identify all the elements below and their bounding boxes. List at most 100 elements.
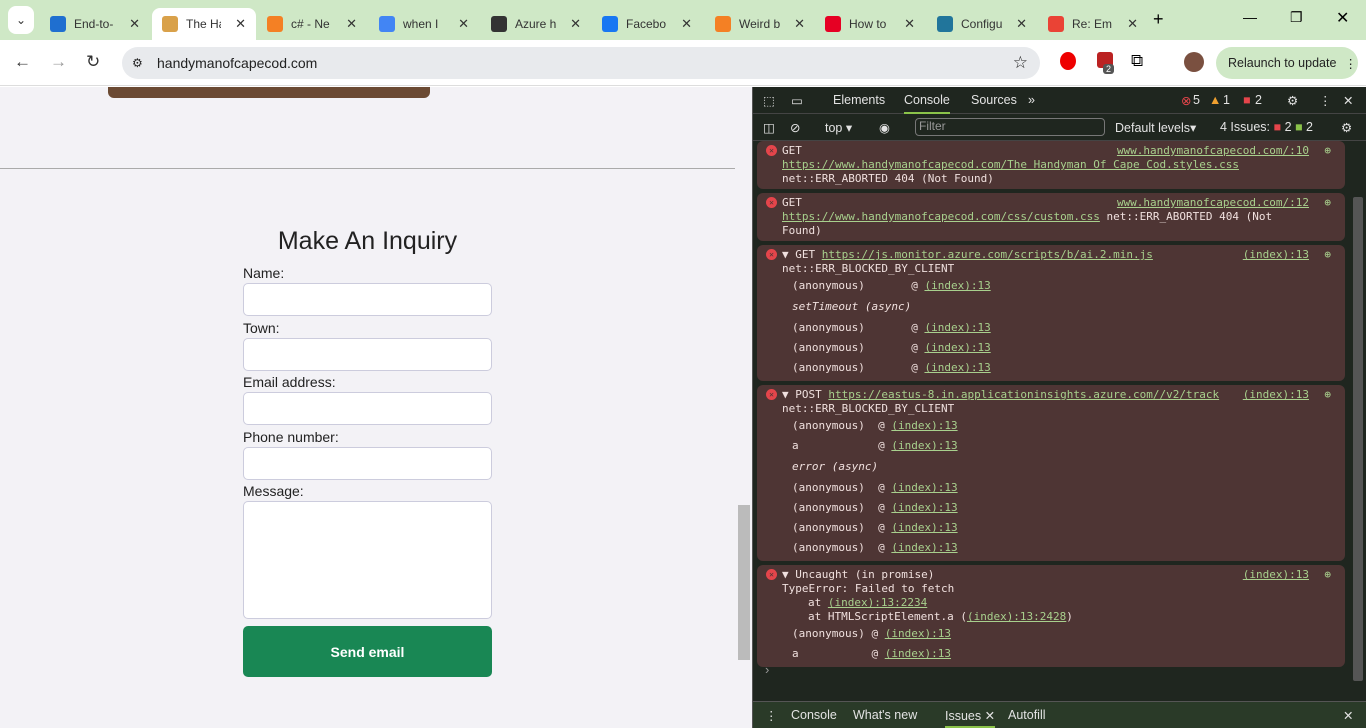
async-frame: setTimeout (async): [792, 300, 912, 313]
browser-tab[interactable]: Azure h ✕: [481, 8, 591, 40]
drawer-menu-icon[interactable]: ⋮: [765, 708, 778, 723]
browser-tab[interactable]: Configu ✕: [927, 8, 1037, 40]
minimize-button[interactable]: —: [1243, 9, 1257, 25]
close-tab-icon[interactable]: ✕: [235, 16, 246, 32]
stack-link[interactable]: (index):13:2234: [828, 596, 927, 609]
browser-tab[interactable]: How to ✕: [815, 8, 925, 40]
page-scrollbar[interactable]: [737, 87, 751, 728]
request-url[interactable]: https://eastus-8.in.applicationinsights.…: [828, 388, 1219, 401]
inspect-element-icon[interactable]: ⬚: [763, 93, 775, 108]
live-expression-eye-icon[interactable]: ◉: [879, 120, 890, 135]
clear-console-icon[interactable]: ⊘: [790, 120, 800, 135]
new-tab-button[interactable]: +: [1153, 9, 1164, 30]
browser-tab[interactable]: Weird b ✕: [705, 8, 815, 40]
tab-console[interactable]: Console: [904, 93, 950, 114]
close-tab-icon[interactable]: ✕: [570, 16, 581, 32]
drawer-tab-console[interactable]: Console: [791, 708, 837, 722]
request-url[interactable]: https://www.handymanofcapecod.com/The Ha…: [782, 158, 1317, 172]
close-devtools-icon[interactable]: ✕: [1343, 93, 1353, 108]
browser-tab[interactable]: The Ha ✕: [152, 8, 256, 40]
browser-tab[interactable]: c# - Ne ✕: [257, 8, 367, 40]
log-levels-select[interactable]: Default levels▾: [1115, 120, 1196, 135]
forward-button[interactable]: →: [50, 52, 67, 72]
error-count[interactable]: 5: [1193, 93, 1200, 107]
close-drawer-icon[interactable]: ✕: [1343, 708, 1353, 723]
extension-badge: 2: [1103, 64, 1115, 74]
close-window-button[interactable]: ✕: [1336, 8, 1349, 28]
adblock-extension-icon[interactable]: [1060, 52, 1076, 70]
source-link[interactable]: (index):13: [1243, 248, 1309, 262]
tab-title: Weird b: [739, 17, 781, 31]
email-input[interactable]: [243, 392, 492, 425]
profile-avatar[interactable]: [1184, 52, 1204, 72]
sidebar-toggle-icon[interactable]: ◫: [763, 120, 775, 135]
expand-toggle[interactable]: ▼ GET: [782, 248, 815, 261]
expand-toggle[interactable]: ▼ Uncaught (in promise): [782, 568, 1317, 582]
relaunch-label: Relaunch to update: [1228, 56, 1337, 70]
close-tab-icon[interactable]: ✕: [346, 16, 357, 32]
drawer-tab-whats-new[interactable]: What's new: [853, 708, 917, 722]
issues-icon[interactable]: ■: [1243, 93, 1251, 107]
stack-frame: (anonymous) @ (index):13: [792, 361, 991, 374]
close-tab-icon[interactable]: ✕: [794, 16, 805, 32]
close-tab-icon[interactable]: ✕: [1016, 16, 1027, 32]
tab-title: Facebo: [626, 17, 667, 31]
tab-elements[interactable]: Elements: [833, 93, 885, 107]
bookmark-star-icon[interactable]: ☆: [1013, 53, 1028, 73]
stack-link[interactable]: (index):13:2428: [967, 610, 1066, 623]
expand-toggle[interactable]: ▼ POST: [782, 388, 822, 401]
close-tab-icon[interactable]: ✕: [129, 16, 140, 32]
town-input[interactable]: [243, 338, 492, 371]
filter-input[interactable]: Filter: [915, 118, 1105, 136]
error-count-icon[interactable]: ⊗: [1181, 93, 1191, 108]
source-link[interactable]: (index):13: [1243, 568, 1309, 582]
drawer-tab-autofill[interactable]: Autofill: [1008, 708, 1046, 722]
relaunch-button[interactable]: Relaunch to update ⋮: [1216, 47, 1358, 79]
source-link[interactable]: (index):13: [1243, 388, 1309, 402]
console-messages: ✕ www.handymanofcapecod.com/:10 ⊕ GET https:…: [753, 141, 1351, 671]
browser-tab[interactable]: Facebo ✕: [592, 8, 702, 40]
browser-tab[interactable]: End-to- ✕: [40, 8, 150, 40]
warning-icon[interactable]: ▲: [1209, 93, 1221, 107]
back-button[interactable]: ←: [14, 52, 31, 72]
issues-count[interactable]: 2: [1255, 93, 1262, 107]
context-value: top: [825, 121, 843, 135]
restore-button[interactable]: ❐: [1290, 9, 1303, 26]
name-label: Name:: [243, 265, 285, 281]
page-scrollbar-thumb[interactable]: [738, 505, 750, 660]
console-settings-icon[interactable]: ⚙: [1341, 120, 1352, 135]
close-tab-icon[interactable]: ✕: [681, 16, 692, 32]
tab-search-button[interactable]: ⌄: [8, 6, 34, 34]
settings-gear-icon[interactable]: ⚙: [1287, 93, 1298, 108]
tab-title: End-to-: [74, 17, 114, 31]
warning-count[interactable]: 1: [1223, 93, 1230, 107]
more-options-icon[interactable]: ⋮: [1319, 93, 1332, 108]
issues-summary[interactable]: 4 Issues: ■ 2 ■ 2: [1220, 120, 1313, 134]
name-input[interactable]: [243, 283, 492, 316]
close-tab-icon[interactable]: ✕: [904, 16, 915, 32]
source-link[interactable]: www.handymanofcapecod.com/:10: [1117, 144, 1309, 158]
source-link[interactable]: www.handymanofcapecod.com/:12: [1117, 196, 1309, 210]
device-toolbar-icon[interactable]: ▭: [791, 93, 803, 108]
message-textarea[interactable]: [243, 501, 492, 619]
tab-sources[interactable]: Sources: [971, 93, 1017, 107]
close-tab-icon[interactable]: ✕: [458, 16, 469, 32]
browser-tab[interactable]: when I ✕: [369, 8, 479, 40]
extensions-puzzle-icon[interactable]: ⧉: [1131, 51, 1143, 71]
address-bar[interactable]: ⚙ handymanofcapecod.com ☆: [122, 47, 1040, 79]
close-tab-icon[interactable]: ✕: [1127, 16, 1138, 32]
devtools-panel: ⬚ ▭ Elements Console Sources » ⊗ 5 ▲ 1 ■…: [752, 87, 1366, 728]
send-email-button[interactable]: Send email: [243, 626, 492, 677]
console-scrollbar-thumb[interactable]: [1353, 197, 1363, 681]
request-url[interactable]: https://www.handymanofcapecod.com/css/cu…: [782, 210, 1100, 223]
drawer-tab-issues[interactable]: Issues ✕: [945, 708, 996, 728]
console-scrollbar[interactable]: [1351, 141, 1365, 701]
phone-input[interactable]: [243, 447, 492, 480]
site-info-icon[interactable]: ⚙: [132, 56, 143, 70]
context-select[interactable]: top ▾: [825, 120, 852, 135]
more-tabs-icon[interactable]: »: [1028, 93, 1035, 107]
browser-tab[interactable]: Re: Em ✕: [1038, 8, 1148, 40]
reload-button[interactable]: ↻: [86, 52, 100, 72]
console-prompt[interactable]: ›: [765, 662, 769, 677]
request-url[interactable]: https://js.monitor.azure.com/scripts/b/a…: [822, 248, 1153, 261]
